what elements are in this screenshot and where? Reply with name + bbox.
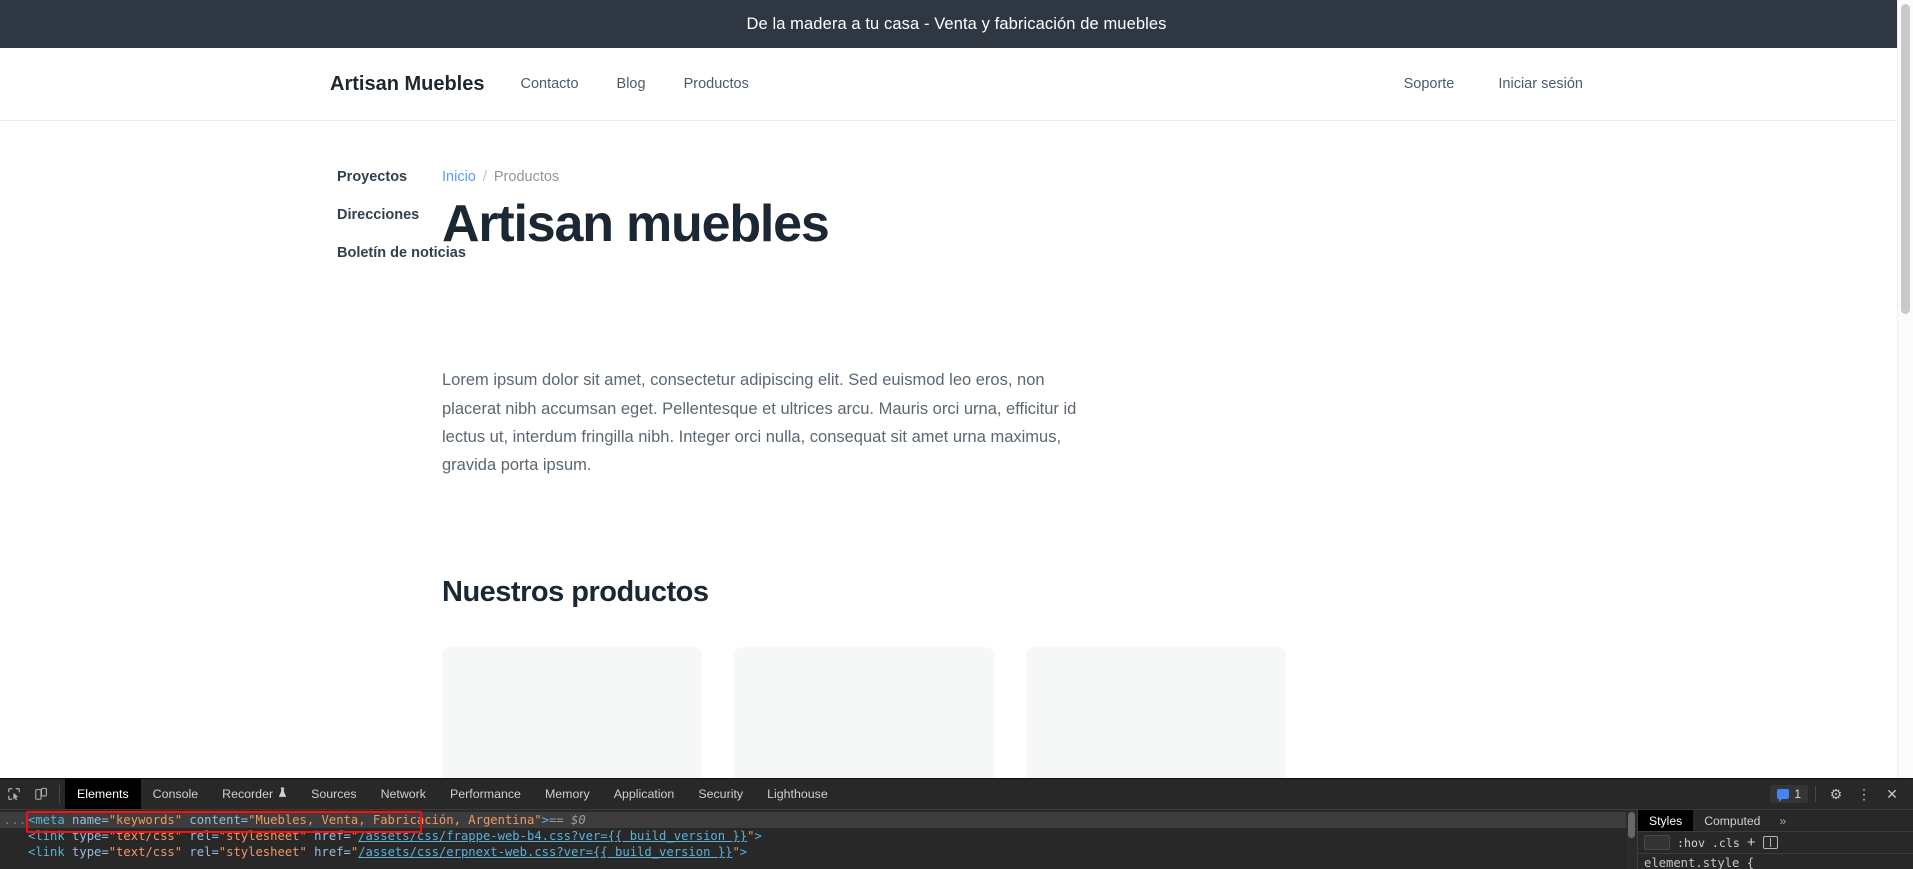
devtools-toolbar-right: 1 ⚙ ⋮ ✕	[1770, 779, 1913, 809]
dom-collapsed-gutter[interactable]: ...	[4, 813, 27, 829]
brand-logo[interactable]: Artisan Muebles	[330, 73, 484, 96]
announcement-banner: De la madera a tu casa - Venta y fabrica…	[0, 0, 1913, 48]
new-style-rule-button[interactable]: +	[1747, 835, 1756, 850]
dom-tree-scrollbar-thumb[interactable]	[1628, 812, 1635, 838]
dom-attr-name: href=	[306, 845, 351, 860]
nav-link-contacto[interactable]: Contacto	[520, 76, 578, 92]
tab-application[interactable]: Application	[602, 779, 687, 809]
product-card[interactable]	[1026, 646, 1286, 778]
dom-tag-close: >	[739, 845, 748, 860]
dom-line[interactable]: <link type="text/css" rel="stylesheet" h…	[0, 844, 1626, 860]
more-tabs-icon[interactable]: »	[1771, 810, 1794, 831]
element-style-rule: element.style {	[1644, 856, 1755, 869]
devtools-tab-bar: Elements Console Recorder Sources Networ…	[65, 779, 840, 809]
dom-attr-value: "stylesheet"	[218, 829, 307, 844]
product-card-grid	[442, 646, 1913, 778]
tab-elements[interactable]: Elements	[65, 779, 141, 809]
dom-tag-close: >	[754, 829, 762, 844]
dom-href-link[interactable]: /assets/css/erpnext-web.css?ver={{ build…	[358, 845, 732, 859]
close-icon[interactable]: ✕	[1879, 783, 1905, 805]
dom-href-link[interactable]: /assets/css/frappe-web-b4.css?ver={{ bui…	[358, 829, 747, 843]
tab-recorder[interactable]: Recorder	[210, 779, 299, 809]
dom-attr-value: "keywords"	[108, 813, 183, 827]
dom-attr-value: "text/css"	[108, 829, 183, 844]
styles-pane-tab-bar: Styles Computed »	[1638, 810, 1913, 832]
dom-tree-scrollbar[interactable]	[1626, 810, 1637, 869]
dom-attr-value: "Muebles, Venta, Fabricación, Argentina"	[248, 813, 542, 827]
toolbar-divider	[1815, 786, 1816, 802]
site-navbar: Artisan Muebles Contacto Blog Productos …	[0, 48, 1913, 121]
dom-attr-name: type=	[64, 829, 109, 844]
computed-sidebar-toggle-icon[interactable]	[1762, 836, 1778, 849]
dom-tag: <link	[28, 829, 65, 844]
nav-link-blog[interactable]: Blog	[617, 76, 646, 92]
web-page: De la madera a tu casa - Venta y fabrica…	[0, 0, 1913, 778]
dom-tree-pane[interactable]: ... <meta name="keywords" content="Muebl…	[0, 810, 1626, 869]
tab-memory[interactable]: Memory	[533, 779, 602, 809]
dom-attr-name: content=	[182, 813, 249, 827]
page-sidebar: Proyectos Direcciones Boletín de noticia…	[0, 169, 466, 778]
devtools-toolbar: Elements Console Recorder Sources Networ…	[0, 779, 1913, 810]
message-bubble-icon	[1777, 789, 1790, 802]
intro-paragraph: Lorem ipsum dolor sit amet, consectetur …	[442, 371, 1077, 475]
breadcrumb-current: Productos	[493, 169, 560, 185]
nav-link-productos[interactable]: Productos	[684, 76, 749, 92]
inspect-element-icon[interactable]	[0, 779, 27, 809]
class-editor-button[interactable]: .cls	[1712, 836, 1740, 850]
dom-line[interactable]: <link type="text/css" rel="stylesheet" h…	[0, 828, 1626, 844]
styles-toolbar: :hov .cls +	[1638, 832, 1913, 854]
tab-security[interactable]: Security	[686, 779, 755, 809]
dom-attr-name: rel=	[182, 845, 219, 860]
dom-attr-value: "stylesheet"	[218, 845, 307, 860]
toolbar-divider	[59, 785, 60, 803]
devtools-panel: Elements Console Recorder Sources Networ…	[0, 778, 1913, 869]
screen-root: De la madera a tu casa - Venta y fabrica…	[0, 0, 1913, 869]
tab-network[interactable]: Network	[369, 779, 438, 809]
main-column: Inicio / Productos Artisan muebles Lorem…	[337, 169, 1913, 778]
styles-pane: Styles Computed » :hov .cls + element.st…	[1637, 810, 1913, 869]
breadcrumb-separator: /	[482, 169, 487, 185]
gear-icon[interactable]: ⚙	[1823, 783, 1849, 805]
device-toolbar-icon[interactable]	[27, 779, 54, 809]
tab-sources[interactable]: Sources	[299, 779, 368, 809]
dom-attr-name: rel=	[182, 829, 219, 844]
tab-performance[interactable]: Performance	[438, 779, 533, 809]
page-scrollbar[interactable]	[1897, 0, 1913, 778]
tab-styles[interactable]: Styles	[1638, 810, 1694, 831]
dom-tag: <meta	[28, 813, 65, 827]
product-card[interactable]	[442, 646, 702, 778]
dom-tag: <link	[28, 845, 65, 860]
dom-attr-name: type=	[64, 845, 109, 860]
dom-attr-value: "text/css"	[108, 845, 183, 860]
product-card[interactable]	[734, 646, 994, 778]
dom-tag-close: >	[541, 813, 549, 827]
breadcrumb-home-link[interactable]: Inicio	[442, 169, 476, 185]
flask-icon	[278, 787, 287, 801]
console-message-badge[interactable]: 1	[1770, 785, 1808, 803]
page-content: Proyectos Direcciones Boletín de noticia…	[0, 121, 1913, 778]
tab-console[interactable]: Console	[141, 779, 210, 809]
nav-link-iniciar-sesion[interactable]: Iniciar sesión	[1498, 76, 1583, 92]
secondary-nav: Soporte Iniciar sesión	[1404, 76, 1583, 92]
styles-filter-input[interactable]	[1644, 835, 1670, 850]
section-heading-productos: Nuestros productos	[442, 575, 709, 608]
dom-line-selected[interactable]: <meta name="keywords" content="Muebles, …	[0, 812, 1626, 829]
page-title: Artisan muebles	[442, 195, 830, 253]
dom-attr-name: name=	[64, 813, 109, 827]
message-count: 1	[1794, 787, 1801, 801]
primary-nav: Contacto Blog Productos	[520, 76, 748, 92]
breadcrumb: Inicio / Productos	[442, 169, 1913, 185]
banner-text: De la madera a tu casa - Venta y fabrica…	[746, 14, 1167, 33]
dom-selected-marker: == $0	[548, 813, 586, 827]
hover-state-button[interactable]: :hov	[1677, 836, 1705, 850]
tab-computed[interactable]: Computed	[1693, 810, 1771, 831]
dom-attr-name: href=	[306, 829, 351, 844]
page-scrollbar-thumb[interactable]	[1901, 4, 1910, 314]
kebab-menu-icon[interactable]: ⋮	[1851, 783, 1877, 805]
devtools-body: ... <meta name="keywords" content="Muebl…	[0, 810, 1913, 869]
nav-link-soporte[interactable]: Soporte	[1404, 76, 1455, 92]
tab-lighthouse[interactable]: Lighthouse	[755, 779, 840, 809]
